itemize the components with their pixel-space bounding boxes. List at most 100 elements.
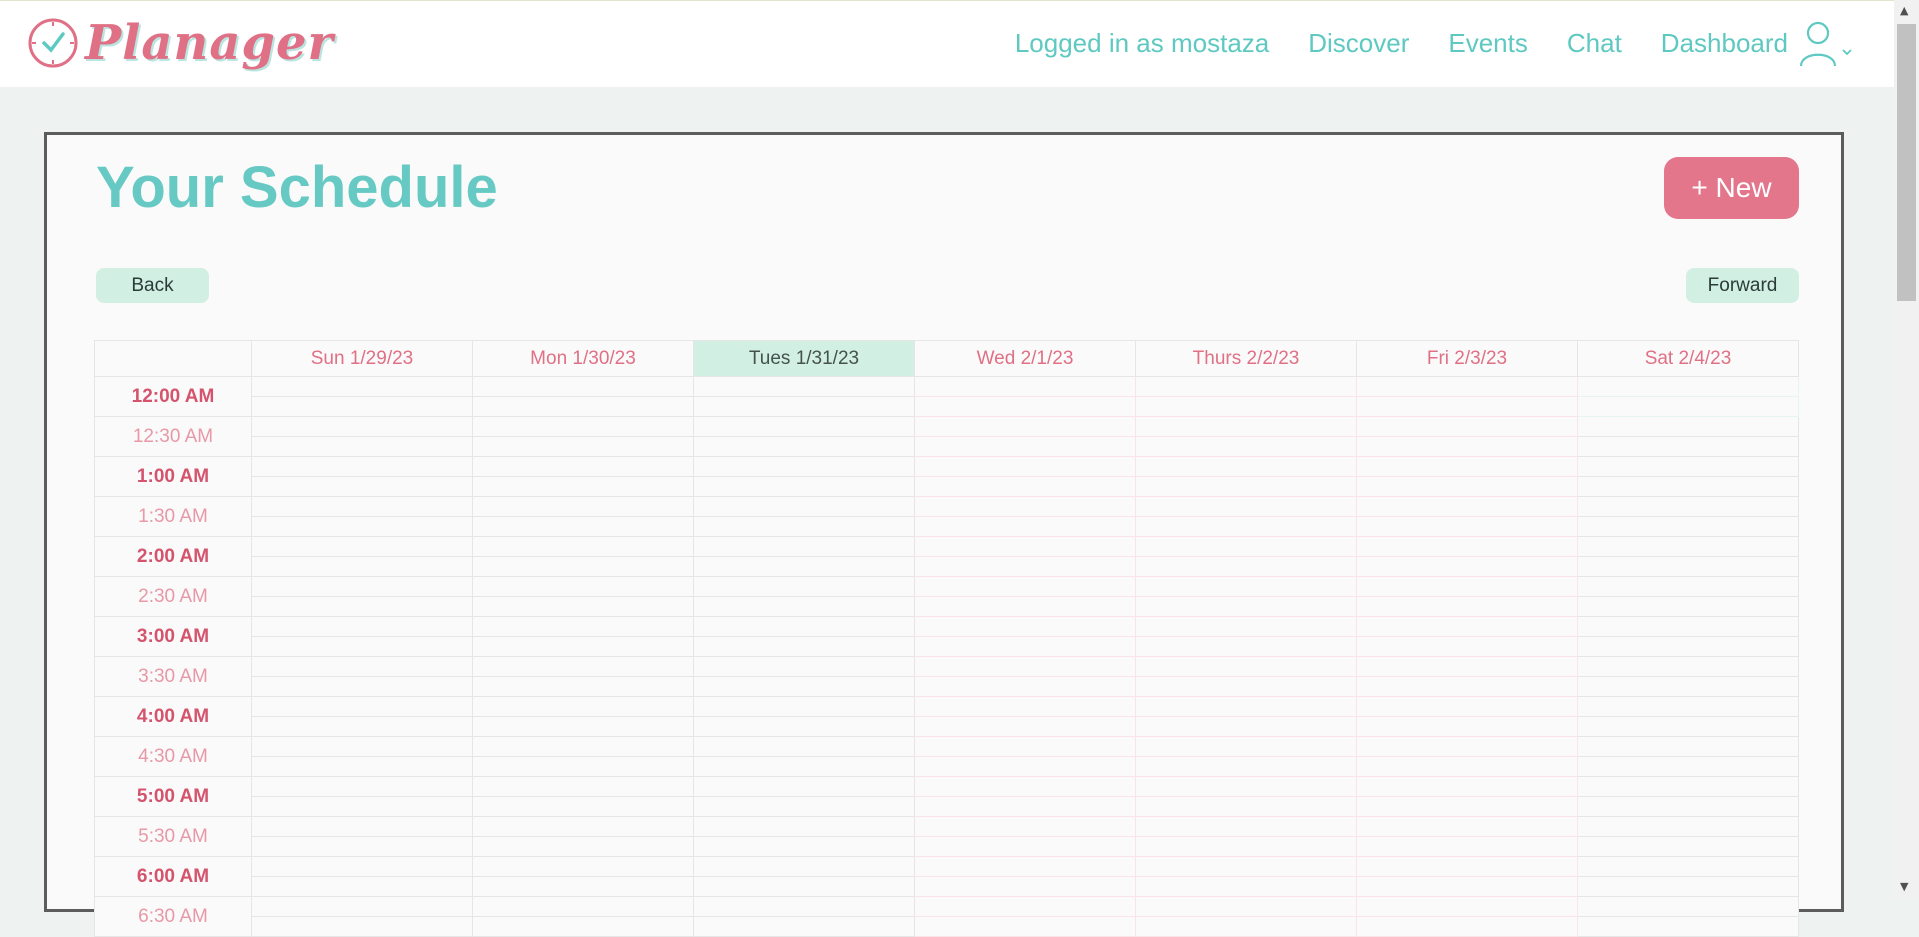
schedule-cell[interactable] (693, 756, 915, 777)
schedule-cell[interactable] (472, 516, 694, 537)
schedule-cell[interactable] (1356, 636, 1578, 657)
schedule-cell[interactable] (251, 376, 473, 397)
forward-button[interactable]: Forward (1686, 268, 1799, 303)
schedule-cell[interactable] (693, 816, 915, 837)
schedule-cell[interactable] (251, 676, 473, 697)
schedule-cell[interactable] (472, 656, 694, 677)
schedule-cell[interactable] (1356, 756, 1578, 777)
schedule-cell[interactable] (251, 916, 473, 937)
schedule-cell[interactable] (1577, 816, 1799, 837)
schedule-cell[interactable] (472, 496, 694, 517)
schedule-cell[interactable] (914, 436, 1136, 457)
schedule-cell[interactable] (251, 396, 473, 417)
schedule-cell[interactable] (1356, 696, 1578, 717)
schedule-cell[interactable] (693, 736, 915, 757)
schedule-cell[interactable] (251, 556, 473, 577)
schedule-cell[interactable] (251, 576, 473, 597)
schedule-cell[interactable] (251, 436, 473, 457)
schedule-cell[interactable] (1577, 436, 1799, 457)
schedule-cell[interactable] (472, 376, 694, 397)
schedule-cell[interactable] (1135, 476, 1357, 497)
schedule-cell[interactable] (1577, 596, 1799, 617)
schedule-cell[interactable] (251, 716, 473, 737)
schedule-cell[interactable] (914, 596, 1136, 617)
schedule-cell[interactable] (472, 576, 694, 597)
schedule-cell[interactable] (914, 636, 1136, 657)
schedule-cell[interactable] (914, 416, 1136, 437)
nav-chat[interactable]: Chat (1567, 23, 1622, 63)
schedule-cell[interactable] (472, 676, 694, 697)
schedule-cell[interactable] (693, 436, 915, 457)
schedule-cell[interactable] (1577, 676, 1799, 697)
schedule-cell[interactable] (914, 676, 1136, 697)
schedule-cell[interactable] (914, 756, 1136, 777)
schedule-cell[interactable] (1356, 436, 1578, 457)
schedule-cell[interactable] (1577, 516, 1799, 537)
schedule-cell[interactable] (251, 856, 473, 877)
schedule-cell[interactable] (251, 536, 473, 557)
schedule-cell[interactable] (693, 636, 915, 657)
schedule-cell[interactable] (251, 596, 473, 617)
schedule-cell[interactable] (914, 376, 1136, 397)
new-event-button[interactable]: + New (1664, 157, 1799, 219)
schedule-cell[interactable] (914, 716, 1136, 737)
schedule-cell[interactable] (914, 816, 1136, 837)
schedule-cell[interactable] (1135, 456, 1357, 477)
schedule-cell[interactable] (1577, 476, 1799, 497)
schedule-cell[interactable] (472, 776, 694, 797)
schedule-cell[interactable] (472, 636, 694, 657)
schedule-cell[interactable] (251, 476, 473, 497)
schedule-cell[interactable] (1577, 896, 1799, 917)
schedule-cell[interactable] (1135, 676, 1357, 697)
schedule-cell[interactable] (693, 676, 915, 697)
schedule-cell[interactable] (914, 696, 1136, 717)
schedule-cell[interactable] (1356, 496, 1578, 517)
nav-events[interactable]: Events (1448, 23, 1528, 63)
scroll-up-icon[interactable]: ▲ (1900, 5, 1908, 16)
schedule-cell[interactable] (1356, 576, 1578, 597)
schedule-cell[interactable] (1577, 856, 1799, 877)
schedule-cell[interactable] (1356, 856, 1578, 877)
schedule-cell[interactable] (1577, 776, 1799, 797)
scroll-down-icon[interactable]: ▼ (1900, 881, 1908, 892)
schedule-cell[interactable] (693, 796, 915, 817)
schedule-cell[interactable] (1135, 636, 1357, 657)
schedule-cell[interactable] (1356, 796, 1578, 817)
schedule-cell[interactable] (693, 916, 915, 937)
schedule-cell[interactable] (251, 736, 473, 757)
schedule-cell[interactable] (1135, 436, 1357, 457)
schedule-cell[interactable] (1135, 876, 1357, 897)
schedule-cell[interactable] (914, 796, 1136, 817)
schedule-cell[interactable] (1135, 776, 1357, 797)
schedule-cell[interactable] (914, 916, 1136, 937)
user-menu[interactable] (1798, 21, 1853, 67)
schedule-cell[interactable] (1577, 836, 1799, 857)
schedule-cell[interactable] (693, 456, 915, 477)
schedule-cell[interactable] (693, 776, 915, 797)
schedule-cell[interactable] (1135, 816, 1357, 837)
schedule-cell[interactable] (1356, 376, 1578, 397)
schedule-cell[interactable] (914, 876, 1136, 897)
schedule-cell[interactable] (1135, 556, 1357, 577)
schedule-cell[interactable] (1577, 916, 1799, 937)
schedule-cell[interactable] (1135, 736, 1357, 757)
schedule-cell[interactable] (693, 616, 915, 637)
schedule-cell[interactable] (1135, 596, 1357, 617)
schedule-cell[interactable] (1356, 416, 1578, 437)
schedule-cell[interactable] (693, 716, 915, 737)
schedule-cell[interactable] (1135, 616, 1357, 637)
schedule-cell[interactable] (251, 456, 473, 477)
schedule-cell[interactable] (914, 396, 1136, 417)
schedule-cell[interactable] (472, 896, 694, 917)
schedule-cell[interactable] (1135, 516, 1357, 537)
schedule-cell[interactable] (251, 516, 473, 537)
schedule-cell[interactable] (693, 376, 915, 397)
schedule-cell[interactable] (1135, 416, 1357, 437)
schedule-cell[interactable] (1356, 916, 1578, 937)
schedule-cell[interactable] (1577, 636, 1799, 657)
schedule-cell[interactable] (1577, 496, 1799, 517)
schedule-cell[interactable] (1356, 816, 1578, 837)
schedule-cell[interactable] (251, 836, 473, 857)
scroll-thumb[interactable] (1897, 24, 1916, 301)
schedule-cell[interactable] (693, 536, 915, 557)
